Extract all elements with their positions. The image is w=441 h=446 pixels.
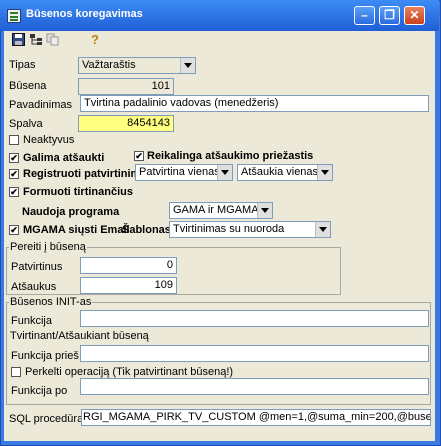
close-button[interactable]: ✕: [404, 6, 425, 25]
galima-label: Galima atšaukti: [23, 152, 105, 164]
sql-field[interactable]: RGI_MGAMA_PIRK_TV_CUSTOM @men=1,@suma_mi…: [81, 409, 431, 426]
patvirtina-value: Patvirtina vienas: [139, 166, 220, 178]
formuoti-label: Formuoti tirtinančius: [23, 186, 133, 198]
pavadinimas-field[interactable]: Tvirtina padalinio vadovas (menedžeris): [80, 95, 429, 112]
atsaukia-value: Atšaukia vienas: [241, 166, 319, 178]
chevron-down-icon[interactable]: [180, 58, 195, 73]
copy-icon[interactable]: [45, 33, 61, 47]
busena-field[interactable]: 101: [78, 78, 174, 95]
neaktyvus-label: Neaktyvus: [23, 134, 75, 146]
formuoti-checkbox[interactable]: ✔: [9, 187, 19, 197]
tipas-label: Tipas: [9, 59, 36, 71]
atsaukus-label: Atšaukus: [11, 281, 57, 293]
help-icon[interactable]: ?: [87, 33, 103, 47]
funkcija-po-field[interactable]: [80, 378, 429, 395]
registruoti-checkbox[interactable]: ✔: [9, 169, 19, 179]
atsaukia-select[interactable]: Atšaukia vienas: [237, 164, 333, 181]
chevron-down-icon[interactable]: [257, 203, 272, 218]
chevron-down-icon[interactable]: [217, 165, 232, 180]
patvirtinus-field[interactable]: 0: [80, 257, 177, 274]
naudoja-value: GAMA ir MGAMA: [173, 204, 259, 216]
patvirtina-select[interactable]: Patvirtina vienas: [135, 164, 233, 181]
minimize-button[interactable]: –: [354, 6, 375, 25]
reikalinga-checkbox[interactable]: ✔: [134, 151, 144, 161]
tvirtinant-title: Tvirtinant/Atšaukiant būseną: [9, 330, 150, 342]
naudoja-select[interactable]: GAMA ir MGAMA: [169, 202, 273, 219]
tree-icon[interactable]: [28, 33, 44, 47]
galima-checkbox[interactable]: ✔: [9, 153, 19, 163]
restore-button[interactable]: ❐: [379, 6, 400, 25]
chevron-down-icon[interactable]: [315, 222, 330, 237]
spalva-field[interactable]: 8454143: [78, 115, 174, 132]
spalva-label: Spalva: [9, 118, 43, 130]
patvirtinus-label: Patvirtinus: [11, 261, 63, 273]
tipas-select[interactable]: Važtaraštis: [78, 57, 196, 74]
busena-label: Būsena: [9, 80, 47, 92]
funkcija-po-label: Funkcija po: [11, 385, 68, 397]
neaktyvus-checkbox[interactable]: [9, 135, 19, 145]
pereiti-title: Pereiti į būseną: [9, 241, 87, 253]
perkelti-label: Perkelti operaciją (Tik patvirtinant būs…: [25, 366, 234, 378]
sablonas-select[interactable]: Tvirtinimas su nuoroda: [169, 221, 331, 238]
app-icon: [7, 9, 21, 23]
window-title: Būsenos koregavimas: [26, 8, 143, 20]
reikalinga-label: Reikalinga atšaukimo priežastis: [147, 150, 314, 162]
sql-label: SQL procedūra: [9, 413, 84, 425]
tipas-value: Važtaraštis: [82, 59, 136, 71]
mgama-checkbox[interactable]: ✔: [9, 225, 19, 235]
naudoja-label: Naudoja programa: [22, 206, 120, 218]
init-title: Būsenos INIT-as: [9, 296, 93, 308]
save-icon[interactable]: [10, 33, 26, 47]
funkcija-pries-field[interactable]: [80, 345, 429, 362]
perkelti-checkbox[interactable]: [11, 367, 21, 377]
sablonas-value: Tvirtinimas su nuoroda: [173, 223, 285, 235]
funkcija-field[interactable]: [80, 310, 429, 327]
chevron-down-icon[interactable]: [317, 165, 332, 180]
registruoti-label: Registruoti patvirtinimus: [23, 168, 154, 180]
pavadinimas-label: Pavadinimas: [9, 99, 72, 111]
funkcija-label: Funkcija: [11, 315, 52, 327]
sablonas-label: Šablonas: [122, 224, 171, 236]
mgama-label: MGAMA siųsti Email: [23, 224, 130, 236]
funkcija-pries-label: Funkcija prieš: [11, 350, 79, 362]
atsaukus-field[interactable]: 109: [80, 277, 177, 294]
